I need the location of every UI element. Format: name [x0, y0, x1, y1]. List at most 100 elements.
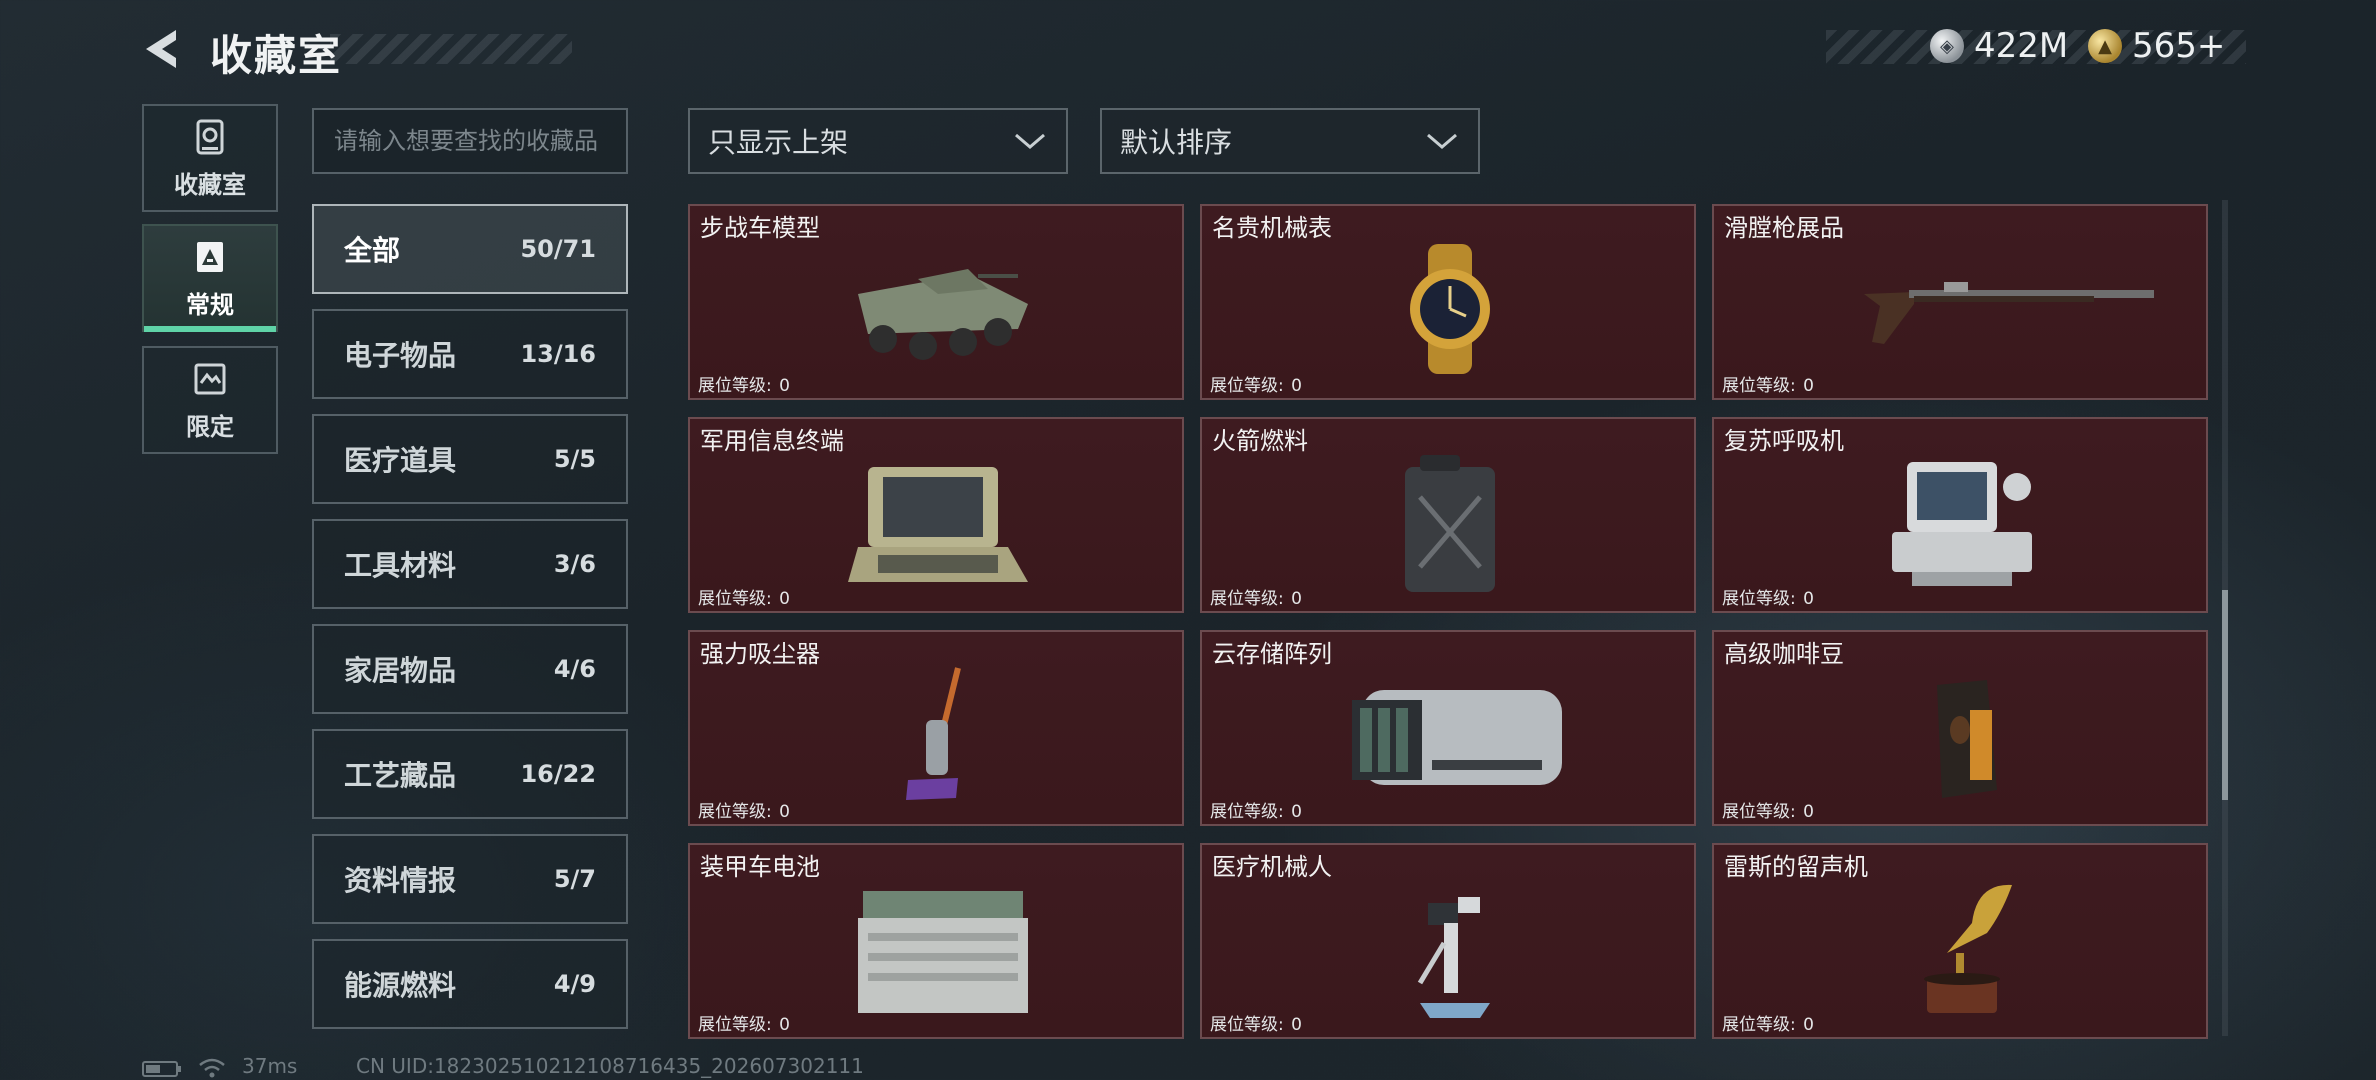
- category-name: 家居物品: [344, 654, 457, 687]
- scrollbar-thumb[interactable]: [2222, 590, 2228, 800]
- item-name: 云存储阵列: [1212, 640, 1332, 668]
- musket-icon: [1864, 282, 2154, 344]
- luxury-watch-icon: [1410, 244, 1490, 374]
- category-count: 13/16: [520, 340, 596, 368]
- category-fuel[interactable]: 能源燃料 4/9: [312, 939, 628, 1029]
- gramophone-icon: [1924, 884, 2012, 1013]
- chevron-down-icon: [1427, 133, 1457, 149]
- category-count: 4/9: [553, 970, 596, 998]
- currency-silver: ◈ 422M: [1930, 24, 2068, 68]
- item-card[interactable]: 步战车模型 展位等级: 0: [688, 204, 1184, 400]
- item-card[interactable]: 云存储阵列 展位等级: 0: [1200, 630, 1696, 826]
- item-card[interactable]: 名贵机械表 展位等级: 0: [1200, 204, 1696, 400]
- category-count: 5/5: [553, 445, 596, 473]
- item-name: 强力吸尘器: [700, 640, 820, 668]
- item-name: 复苏呼吸机: [1724, 427, 1844, 455]
- limited-collection-icon: [194, 363, 226, 394]
- side-tab-regular[interactable]: 常规: [142, 224, 278, 332]
- category-count: 16/22: [520, 760, 596, 788]
- back-arrow-icon[interactable]: [140, 26, 186, 72]
- item-level: 展位等级: 0: [1210, 1015, 1302, 1035]
- item-name: 高级咖啡豆: [1724, 640, 1844, 668]
- silver-coin-icon: ◈: [1930, 29, 1964, 63]
- category-count: 5/7: [553, 865, 596, 893]
- category-name: 资料情报: [344, 864, 457, 897]
- vacuum-cleaner-icon: [906, 667, 961, 800]
- item-name: 步战车模型: [700, 214, 820, 242]
- item-card[interactable]: 复苏呼吸机 展位等级: 0: [1712, 417, 2208, 613]
- battery-icon: [142, 1060, 182, 1078]
- page-title: 收藏室: [210, 31, 343, 80]
- listed-only-label: 只显示上架: [708, 126, 849, 159]
- gold-amount: 565+: [2132, 26, 2226, 66]
- storage-array-icon: [1352, 690, 1562, 785]
- item-level: 展位等级: 0: [698, 589, 790, 609]
- category-name: 工具材料: [344, 549, 457, 582]
- category-count: 4/6: [553, 655, 596, 683]
- item-card[interactable]: 火箭燃料 展位等级: 0: [1200, 417, 1696, 613]
- wifi-icon: [198, 1056, 226, 1080]
- silver-amount: 422M: [1974, 26, 2069, 66]
- category-name: 全部: [344, 234, 401, 267]
- category-medical[interactable]: 医疗道具 5/5: [312, 414, 628, 504]
- category-name: 能源燃料: [344, 969, 457, 1002]
- regular-collection-icon: [197, 241, 223, 272]
- item-level: 展位等级: 0: [1722, 802, 1814, 822]
- listed-only-dropdown[interactable]: 只显示上架: [688, 108, 1068, 174]
- item-card[interactable]: 医疗机械人 展位等级: 0: [1200, 843, 1696, 1039]
- item-name: 医疗机械人: [1212, 853, 1332, 881]
- coffee-beans-icon: [1937, 680, 1997, 798]
- category-all[interactable]: 全部 50/71: [312, 204, 628, 294]
- item-card[interactable]: 滑膛枪展品 展位等级: 0: [1712, 204, 2208, 400]
- category-tools[interactable]: 工具材料 3/6: [312, 519, 628, 609]
- item-card[interactable]: 装甲车电池 展位等级: 0: [688, 843, 1184, 1039]
- currency-gold: ▲ 565+: [2088, 24, 2225, 68]
- medical-robot-icon: [1417, 897, 1490, 1018]
- side-tab-limited-label: 限定: [186, 412, 234, 441]
- item-level: 展位等级: 0: [698, 802, 790, 822]
- item-level: 展位等级: 0: [1210, 589, 1302, 609]
- uid-text: CN UID:18230251021210871643​5_2026073021…: [356, 1054, 864, 1078]
- category-household[interactable]: 家居物品 4/6: [312, 624, 628, 714]
- search-input[interactable]: 请输入想要查找的收藏品: [312, 108, 628, 174]
- side-tab-regular-label: 常规: [186, 290, 234, 319]
- category-intel[interactable]: 资料情报 5/7: [312, 834, 628, 924]
- item-name: 雷斯的留声机: [1724, 853, 1868, 881]
- category-crafts[interactable]: 工艺藏品 16/22: [312, 729, 628, 819]
- item-level: 展位等级: 0: [1722, 589, 1814, 609]
- sort-dropdown[interactable]: 默认排序: [1100, 108, 1480, 174]
- item-card[interactable]: 高级咖啡豆 展位等级: 0: [1712, 630, 2208, 826]
- item-card[interactable]: 强力吸尘器 展位等级: 0: [688, 630, 1184, 826]
- sort-label: 默认排序: [1120, 126, 1233, 159]
- military-terminal-icon: [848, 467, 1028, 582]
- vehicle-battery-icon: [858, 891, 1028, 1013]
- category-count: 50/71: [520, 235, 596, 263]
- item-card[interactable]: 军用信息终端 展位等级: 0: [688, 417, 1184, 613]
- fuel-canister-icon: [1405, 455, 1495, 592]
- category-name: 医疗道具: [344, 444, 457, 477]
- item-level: 展位等级: 0: [1210, 802, 1302, 822]
- title-decoration: [330, 34, 572, 64]
- category-electronics[interactable]: 电子物品 13/16: [312, 309, 628, 399]
- item-name: 名贵机械表: [1212, 214, 1332, 242]
- gold-coin-icon: ▲: [2088, 29, 2122, 63]
- item-card[interactable]: 雷斯的留声机 展位等级: 0: [1712, 843, 2208, 1039]
- item-level: 展位等级: 0: [1210, 376, 1302, 396]
- item-name: 装甲车电池: [700, 853, 820, 881]
- ventilator-icon: [1892, 462, 2032, 586]
- category-name: 工艺藏品: [344, 759, 457, 792]
- side-tab-vault[interactable]: 收藏室: [142, 104, 278, 212]
- item-level: 展位等级: 0: [1722, 376, 1814, 396]
- category-count: 3/6: [553, 550, 596, 578]
- item-name: 军用信息终端: [700, 427, 844, 455]
- ifv-model-icon: [858, 269, 1028, 360]
- side-tab-limited[interactable]: 限定: [142, 346, 278, 454]
- chevron-down-icon: [1015, 133, 1045, 149]
- item-level: 展位等级: 0: [1722, 1015, 1814, 1035]
- item-level: 展位等级: 0: [698, 1015, 790, 1035]
- item-name: 火箭燃料: [1212, 427, 1308, 455]
- item-level: 展位等级: 0: [698, 376, 790, 396]
- ping-text: 37ms: [242, 1054, 298, 1078]
- side-tab-vault-label: 收藏室: [174, 170, 246, 199]
- category-name: 电子物品: [344, 339, 457, 372]
